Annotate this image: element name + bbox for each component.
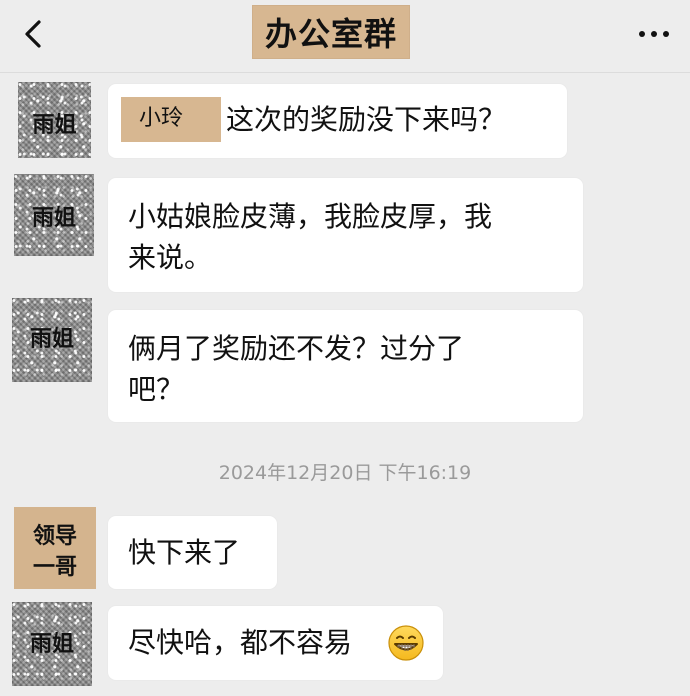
more-button[interactable] bbox=[636, 24, 672, 44]
avatar[interactable]: 雨姐 bbox=[14, 174, 94, 256]
avatar-label: 雨姐 bbox=[29, 327, 74, 352]
more-horizontal-icon bbox=[639, 31, 669, 37]
avatar[interactable]: 领导 一哥 bbox=[14, 507, 96, 589]
message-line: 来说。 bbox=[128, 241, 213, 274]
mention-label: 小玲 bbox=[139, 106, 184, 131]
chat-title-label: 办公室群 bbox=[252, 5, 410, 59]
chat-header: 办公室群 bbox=[0, 0, 690, 73]
page-title: 办公室群 bbox=[264, 15, 397, 53]
avatar-label: 雨姐 bbox=[29, 632, 74, 657]
message-text: 快下来了 bbox=[128, 536, 241, 569]
avatar[interactable]: 雨姐 bbox=[12, 298, 92, 382]
message-bubble[interactable]: 快下来了 bbox=[108, 516, 277, 589]
avatar-label: 雨姐 bbox=[31, 206, 76, 231]
message-bubble[interactable]: 小玲 这次的奖励没下来吗？ bbox=[108, 84, 567, 158]
avatar[interactable]: 雨姐 bbox=[12, 602, 92, 686]
message-bubble[interactable]: 小姑娘脸皮薄，我脸皮厚，我 来说。 bbox=[108, 178, 583, 292]
message-line: 吧？ bbox=[128, 373, 185, 406]
avatar-label-line: 一哥 bbox=[32, 555, 77, 580]
message-line: 小姑娘脸皮薄，我脸皮厚，我 bbox=[128, 200, 493, 233]
mention-tag[interactable]: 小玲 bbox=[121, 97, 221, 142]
back-button[interactable] bbox=[14, 14, 54, 54]
avatar-label-line: 领导 bbox=[32, 524, 77, 549]
chevron-left-icon bbox=[25, 20, 41, 48]
message-bubble[interactable]: 尽快哈，都不容易 bbox=[108, 606, 443, 680]
avatar-label: 雨姐 bbox=[32, 113, 77, 138]
grinning-face-icon bbox=[388, 625, 424, 661]
message-text: 尽快哈，都不容易 bbox=[128, 626, 353, 659]
message-line: 俩月了奖励还不发？过分了 bbox=[128, 332, 465, 365]
message-text: 这次的奖励没下来吗？ bbox=[226, 103, 507, 136]
message-timestamp: 2024年12月20日 下午16:19 bbox=[218, 462, 472, 484]
avatar[interactable]: 雨姐 bbox=[18, 82, 91, 158]
message-bubble[interactable]: 俩月了奖励还不发？过分了 吧？ bbox=[108, 310, 583, 422]
